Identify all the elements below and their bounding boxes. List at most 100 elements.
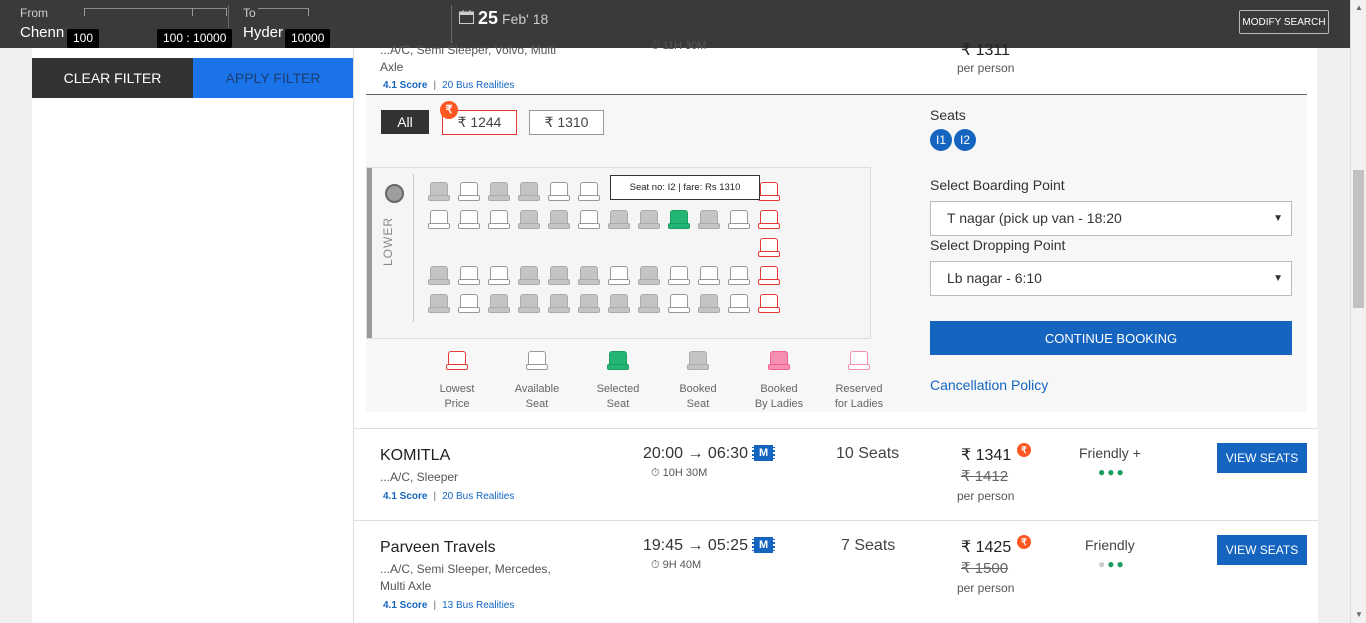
to-city-input[interactable]: Hyder bbox=[243, 24, 283, 41]
view-seats-button[interactable]: VIEW SEATS bbox=[1217, 535, 1307, 565]
seat bbox=[638, 210, 660, 230]
seat[interactable] bbox=[548, 182, 570, 202]
score-link[interactable]: 4.1 Score bbox=[383, 600, 427, 611]
seat[interactable] bbox=[758, 238, 780, 258]
deck-label: LOWER bbox=[381, 216, 395, 266]
slider-tick bbox=[84, 8, 85, 16]
offer-icon: ₹ bbox=[1017, 535, 1031, 549]
seat bbox=[518, 182, 540, 202]
seat-icon bbox=[446, 351, 468, 371]
clear-filter-button[interactable]: CLEAR FILTER bbox=[32, 58, 193, 98]
seat[interactable] bbox=[608, 266, 630, 286]
divider bbox=[451, 5, 452, 43]
seat[interactable] bbox=[578, 210, 600, 230]
apply-filter-button[interactable]: APPLY FILTER bbox=[193, 58, 353, 98]
rating-dots-icon: ●●● bbox=[1098, 465, 1126, 479]
departure-arrival-time: 19:45 → 05:25 M bbox=[643, 537, 776, 555]
scroll-thumb[interactable] bbox=[1353, 170, 1364, 308]
score-row: 4.1 Score | 20 Bus Realities bbox=[383, 80, 515, 91]
seat[interactable] bbox=[458, 210, 480, 230]
bus-listing: Parveen Travels ...A/C, Semi Sleeper, Me… bbox=[354, 520, 1318, 623]
seat[interactable] bbox=[578, 182, 600, 202]
seat[interactable] bbox=[758, 294, 780, 314]
seat[interactable] bbox=[758, 266, 780, 286]
realities-link[interactable]: 20 Bus Realities bbox=[442, 80, 514, 91]
slider-min-tooltip: 100 bbox=[67, 29, 100, 48]
modify-search-button[interactable]: MODIFY SEARCH bbox=[1239, 10, 1329, 34]
from-city-input[interactable]: Chenn bbox=[20, 24, 64, 41]
seat bbox=[518, 294, 540, 314]
fare-filter-all[interactable]: All bbox=[381, 110, 429, 134]
boarding-point-label: Select Boarding Point bbox=[930, 177, 1065, 193]
mticket-icon: M bbox=[751, 445, 776, 461]
seat[interactable] bbox=[668, 210, 690, 230]
rating-dots-icon: ●●● bbox=[1098, 557, 1126, 571]
seat[interactable] bbox=[758, 210, 780, 230]
seat bbox=[548, 294, 570, 314]
seat bbox=[638, 266, 660, 286]
scroll-down-icon[interactable]: ▼ bbox=[1355, 610, 1363, 619]
seat[interactable] bbox=[758, 182, 780, 202]
dropping-point-select[interactable]: Lb nagar - 6:10 ▼ bbox=[930, 261, 1292, 296]
legend-reserved-for-ladies: Reserved for Ladies bbox=[819, 351, 899, 412]
results-list: ...A/C, Semi Sleeper, Volvo, Multi Axle … bbox=[353, 40, 1318, 623]
rating-label: Friendly + bbox=[1079, 445, 1141, 461]
seat[interactable] bbox=[488, 266, 510, 286]
seat bbox=[578, 266, 600, 286]
seat[interactable] bbox=[668, 266, 690, 286]
fare-filter-option[interactable]: ₹ 1310 bbox=[529, 110, 604, 135]
seats-available: 10 Seats bbox=[836, 445, 900, 462]
legend-lowest-price: Lowest Price bbox=[417, 351, 497, 412]
seat bbox=[578, 294, 600, 314]
page-scrollbar[interactable]: ▲ ▼ bbox=[1350, 0, 1366, 623]
seat[interactable] bbox=[668, 294, 690, 314]
seat[interactable] bbox=[728, 266, 750, 286]
cancellation-policy-link[interactable]: Cancellation Policy bbox=[930, 377, 1048, 393]
deck-frame bbox=[367, 168, 372, 338]
filter-sidebar: CLEAR FILTER APPLY FILTER bbox=[32, 48, 353, 623]
seats-label: Seats bbox=[930, 107, 966, 123]
travel-date[interactable]: 25 Feb' 18 bbox=[459, 8, 548, 29]
seat bbox=[548, 266, 570, 286]
seat[interactable] bbox=[728, 294, 750, 314]
seat[interactable] bbox=[458, 266, 480, 286]
bus-type: ...A/C, Semi Sleeper, Volvo, Multi Axle bbox=[380, 43, 557, 74]
score-row: 4.1 Score | 13 Bus Realities bbox=[383, 600, 515, 611]
bus-listing: KOMITLA ...A/C, Sleeper 4.1 Score | 20 Bus… bbox=[354, 428, 1318, 520]
steering-wheel-icon bbox=[385, 184, 404, 203]
boarding-point-select[interactable]: T nagar (pick up van - 18:20 ▼ bbox=[930, 201, 1292, 236]
seat[interactable] bbox=[698, 266, 720, 286]
chevron-down-icon: ▼ bbox=[1273, 273, 1283, 284]
per-person: per person bbox=[957, 489, 1015, 503]
selected-seat-chip[interactable]: I2 bbox=[954, 129, 976, 151]
seat bbox=[488, 294, 510, 314]
scroll-up-icon[interactable]: ▲ bbox=[1355, 3, 1363, 12]
seat[interactable] bbox=[458, 294, 480, 314]
slider-range-tooltip: 100 : 10000 bbox=[157, 29, 233, 48]
seat[interactable] bbox=[488, 210, 510, 230]
seat[interactable] bbox=[428, 210, 450, 230]
seat[interactable] bbox=[728, 210, 750, 230]
offer-icon: ₹ bbox=[1017, 443, 1031, 457]
score-link[interactable]: 4.1 Score bbox=[383, 80, 427, 91]
mticket-icon: M bbox=[751, 537, 776, 553]
view-seats-button[interactable]: VIEW SEATS bbox=[1217, 443, 1307, 473]
realities-link[interactable]: 13 Bus Realities bbox=[442, 600, 514, 611]
price-slider-track[interactable] bbox=[84, 8, 226, 9]
selected-seat-chip[interactable]: I1 bbox=[930, 129, 952, 151]
to-label: To bbox=[243, 6, 256, 20]
divider bbox=[228, 5, 229, 28]
legend-booked-by-ladies: Booked By Ladies bbox=[739, 351, 819, 412]
slider-max-tooltip: 10000 bbox=[285, 29, 331, 48]
legend-selected-seat: Selected Seat bbox=[578, 351, 658, 412]
continue-booking-button[interactable]: CONTINUE BOOKING bbox=[930, 321, 1292, 355]
seat bbox=[488, 182, 510, 202]
duration: ⏱ 10H 30M bbox=[651, 467, 708, 479]
lowest-price-icon: ₹ bbox=[440, 101, 458, 119]
per-person: per person bbox=[957, 581, 1015, 595]
price: ₹ 1425 bbox=[961, 539, 1012, 556]
realities-link[interactable]: 20 Bus Realities bbox=[442, 491, 514, 502]
score-link[interactable]: 4.1 Score bbox=[383, 491, 427, 502]
score-row: 4.1 Score | 20 Bus Realities bbox=[383, 491, 515, 502]
seat[interactable] bbox=[458, 182, 480, 202]
